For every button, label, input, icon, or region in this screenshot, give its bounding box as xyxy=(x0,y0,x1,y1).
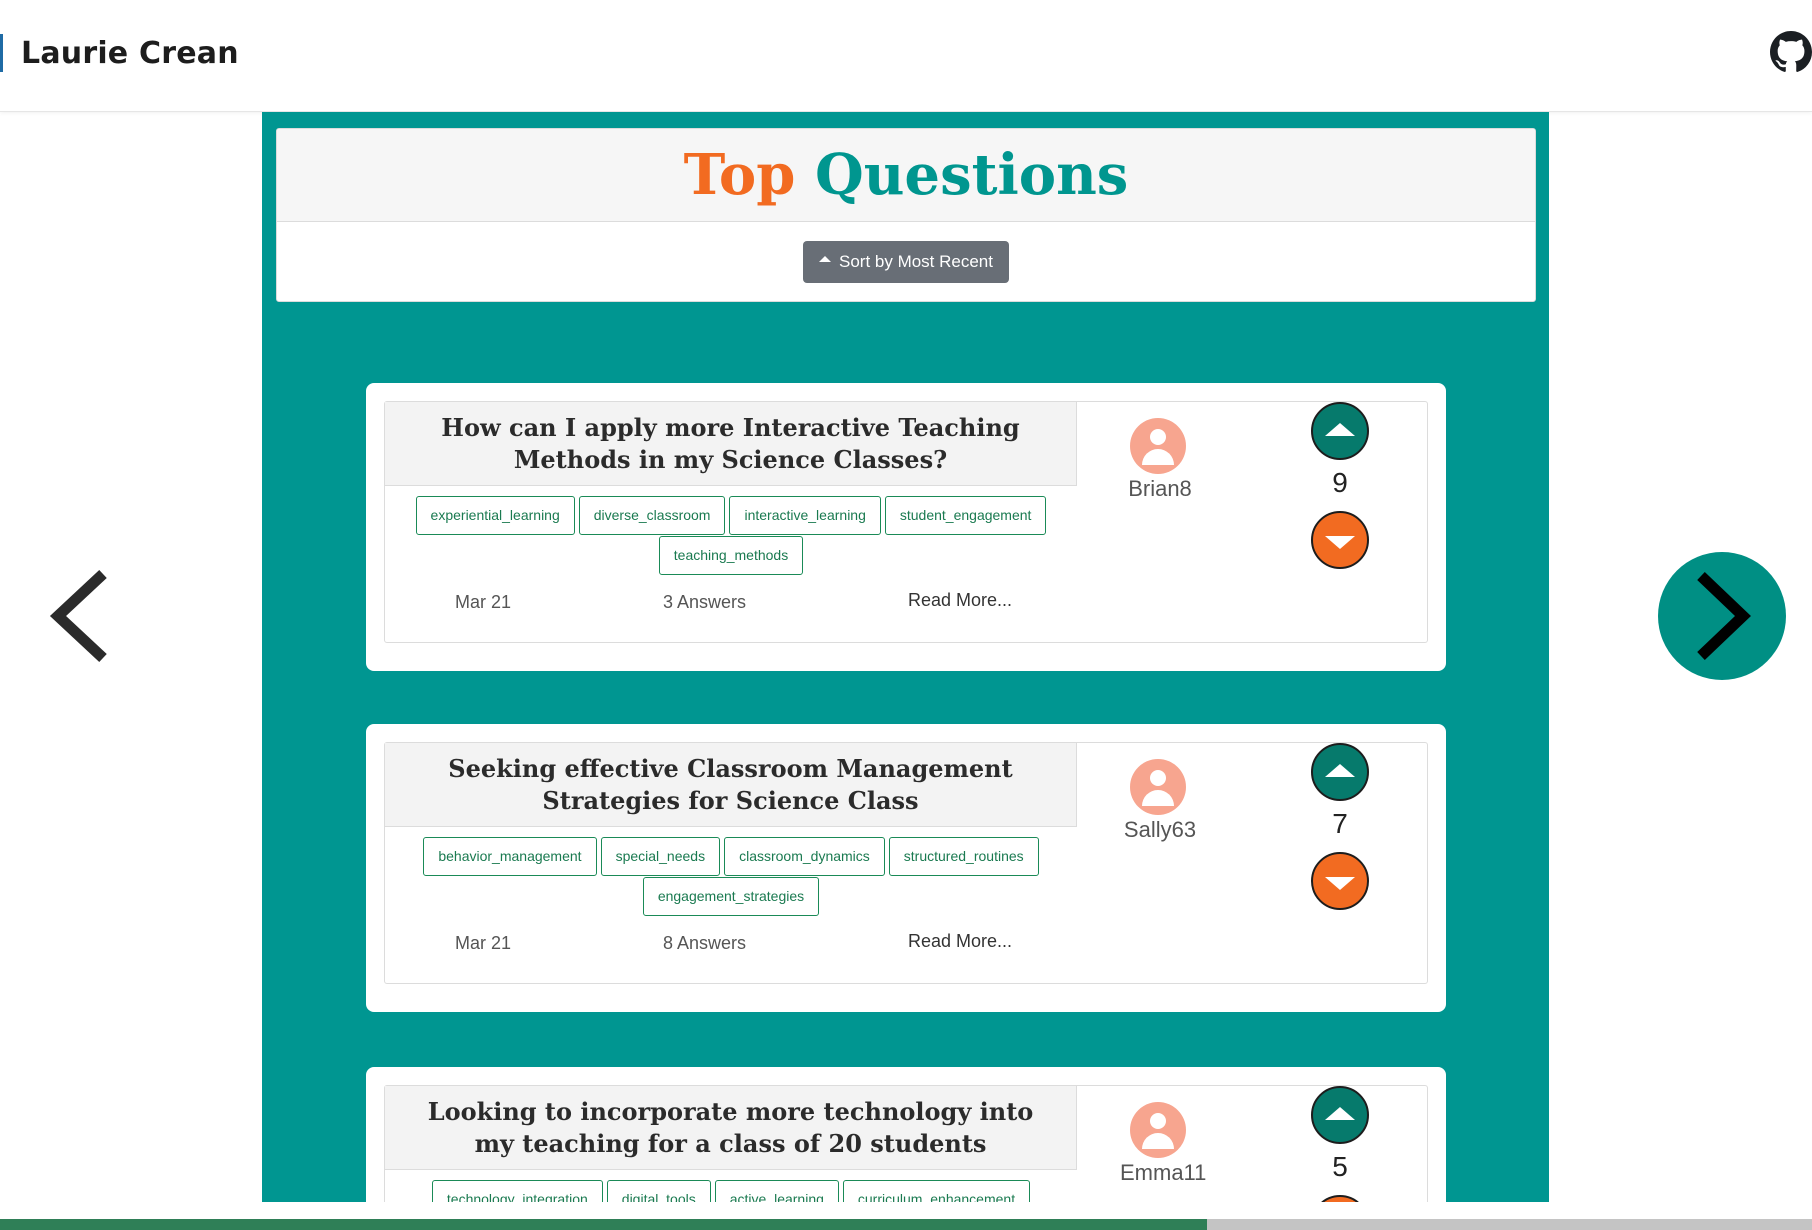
tag[interactable]: diverse_classroom xyxy=(578,496,726,535)
carousel-next-button[interactable] xyxy=(1658,552,1786,680)
navbar: Laurie Crean xyxy=(0,0,1812,112)
question-date: Mar 21 xyxy=(455,592,512,612)
tag[interactable]: behavior_management xyxy=(423,837,597,876)
page-title: Top Questions xyxy=(277,129,1535,222)
heading-card: Top Questions Sort by Most Recent xyxy=(276,128,1536,302)
user-avatar-icon xyxy=(1130,418,1186,474)
title-word-top: Top xyxy=(683,142,796,208)
tag[interactable]: interactive_learning xyxy=(729,496,881,535)
answer-count: 8 Answers xyxy=(663,933,747,953)
tag[interactable]: engagement_strategies xyxy=(642,877,820,916)
triangle-up-icon xyxy=(1325,1106,1355,1120)
progress-fill xyxy=(0,1219,1207,1230)
username[interactable]: Emma11 xyxy=(1120,1160,1206,1186)
tag[interactable]: structured_routines xyxy=(888,837,1039,876)
triangle-up-icon xyxy=(1325,422,1355,436)
heading-banner: Top Questions xyxy=(277,129,1535,222)
question-inner: How can I apply more Interactive Teachin… xyxy=(384,401,1428,643)
caret-up-icon xyxy=(818,256,831,262)
downvote-button[interactable] xyxy=(1311,511,1369,569)
question-inner: Seeking effective Classroom Management S… xyxy=(384,742,1428,984)
question-title[interactable]: How can I apply more Interactive Teachin… xyxy=(385,402,1077,486)
scroll-progress-bar xyxy=(0,1219,1812,1230)
brand-accent xyxy=(0,34,3,72)
triangle-down-icon xyxy=(1325,535,1355,549)
tag-list: experiential_learning diverse_classroom … xyxy=(385,496,1077,575)
user-avatar-icon xyxy=(1130,759,1186,815)
user-avatar-icon xyxy=(1130,1102,1186,1158)
read-more-link[interactable]: Read More... xyxy=(908,931,1012,952)
question-card: Seeking effective Classroom Management S… xyxy=(366,724,1446,1012)
brand-name[interactable]: Laurie Crean xyxy=(21,36,239,71)
downvote-button[interactable] xyxy=(1311,852,1369,910)
sort-button[interactable]: Sort by Most Recent xyxy=(803,241,1009,283)
tag-list: behavior_management special_needs classr… xyxy=(385,837,1077,916)
question-title[interactable]: Seeking effective Classroom Management S… xyxy=(385,743,1077,827)
upvote-button[interactable] xyxy=(1311,402,1369,460)
tag[interactable]: experiential_learning xyxy=(415,496,575,535)
tag[interactable]: special_needs xyxy=(600,837,721,876)
questions-panel: Top Questions Sort by Most Recent How ca… xyxy=(262,112,1549,1230)
triangle-down-icon xyxy=(1325,876,1355,890)
github-icon[interactable] xyxy=(1770,31,1812,73)
username[interactable]: Sally63 xyxy=(1120,817,1200,843)
read-more-link[interactable]: Read More... xyxy=(908,590,1012,611)
sort-label: Sort by Most Recent xyxy=(838,252,993,271)
carousel-prev-arrow[interactable] xyxy=(48,566,118,666)
vote-score: 5 xyxy=(1332,1151,1348,1182)
upvote-button[interactable] xyxy=(1311,743,1369,801)
vote-score: 9 xyxy=(1332,467,1348,498)
question-date: Mar 21 xyxy=(455,933,512,953)
upvote-button[interactable] xyxy=(1311,1086,1369,1144)
answer-count: 3 Answers xyxy=(663,592,747,612)
tag[interactable]: classroom_dynamics xyxy=(724,837,885,876)
chevron-right-icon xyxy=(1697,572,1751,660)
title-word-questions: Questions xyxy=(814,142,1129,208)
username[interactable]: Brian8 xyxy=(1120,476,1200,502)
question-title[interactable]: Looking to incorporate more technology i… xyxy=(385,1086,1077,1170)
tag[interactable]: student_engagement xyxy=(884,496,1047,535)
vote-score: 7 xyxy=(1332,808,1348,839)
question-card: How can I apply more Interactive Teachin… xyxy=(366,383,1446,671)
page-gap xyxy=(0,1202,1812,1219)
triangle-up-icon xyxy=(1325,763,1355,777)
tag[interactable]: teaching_methods xyxy=(658,536,804,575)
